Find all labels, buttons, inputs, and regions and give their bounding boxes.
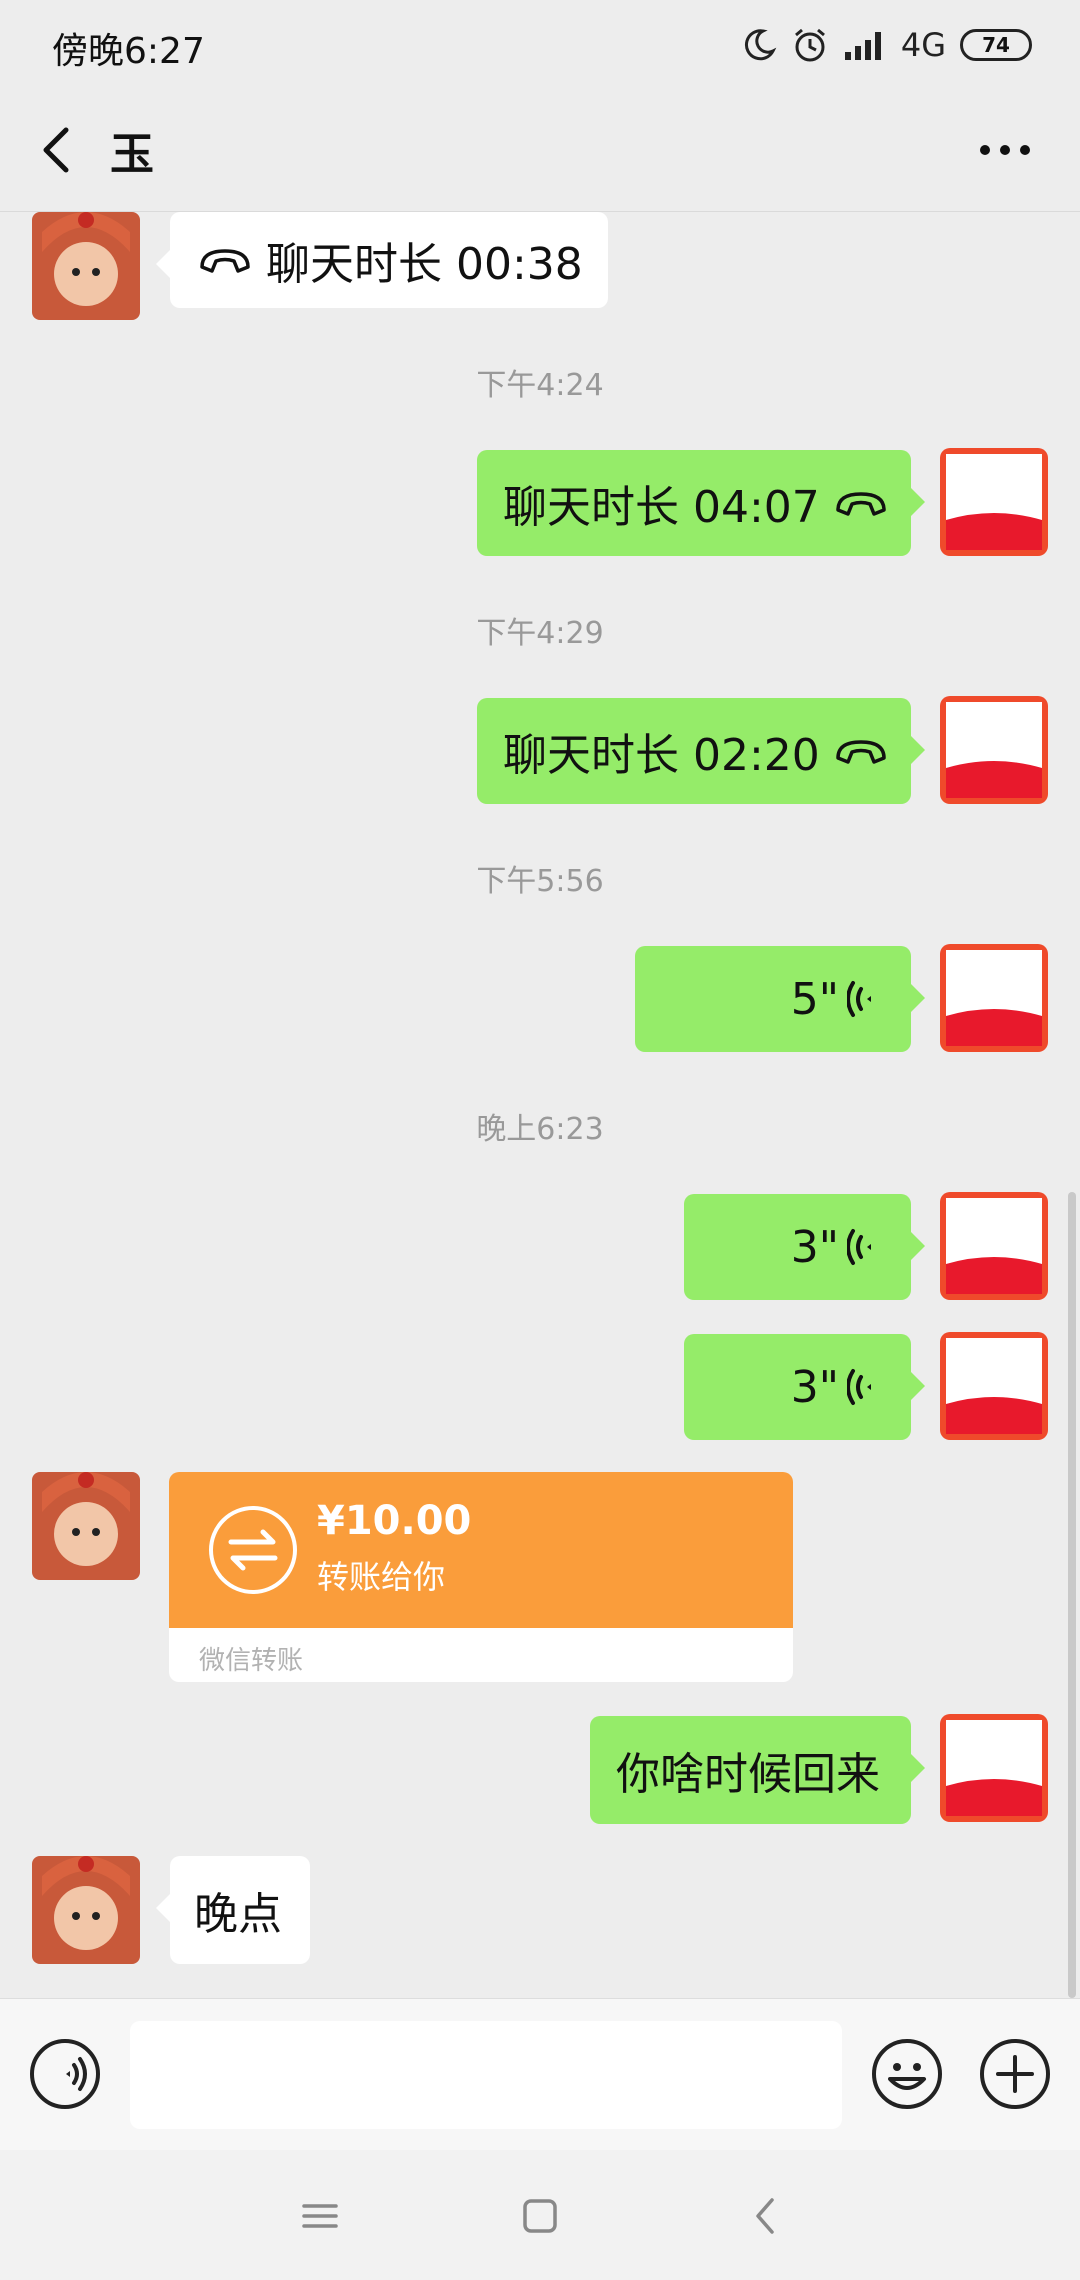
message-row: 你啥时候回来 — [0, 1714, 1080, 1824]
message-timestamp: 下午5:56 — [476, 864, 604, 899]
transfer-footer-label: 微信转账 — [199, 1646, 304, 1676]
voice-message-bubble[interactable]: 5" — [635, 946, 925, 1052]
alarm-icon — [794, 28, 825, 62]
home-icon[interactable] — [510, 2186, 570, 2246]
call-record-bubble[interactable]: 聊天时长 04:07 — [477, 450, 925, 556]
call-record-bubble[interactable]: 聊天时长 02:20 — [477, 698, 925, 804]
message-text-input[interactable] — [130, 2021, 842, 2129]
transfer-description: 转账给你 — [317, 1558, 446, 1596]
chat-header: 玉 — [0, 90, 1080, 212]
phone-icon — [200, 249, 250, 273]
menu-icon[interactable] — [290, 2186, 350, 2246]
message-row: 晚点 — [0, 1856, 1080, 1964]
contact-avatar[interactable] — [32, 212, 140, 320]
message-row: 聊天时长 00:38 — [0, 212, 1080, 320]
plus-icon[interactable] — [978, 2037, 1052, 2111]
message-row: ¥10.00 转账给你 微信转账 — [0, 1472, 1080, 1682]
transfer-arrows-icon — [209, 1506, 297, 1594]
phone-icon — [836, 492, 886, 516]
my-avatar[interactable] — [940, 1714, 1048, 1822]
message-input-bar — [0, 1998, 1080, 2150]
status-bar: 傍晚6:27 4G 74 — [0, 0, 1080, 90]
voice-wave-icon — [847, 981, 871, 1017]
message-row: 3" — [0, 1192, 1080, 1300]
status-time: 傍晚6:27 — [52, 31, 205, 72]
message-timestamp: 下午4:24 — [476, 368, 604, 403]
my-avatar[interactable] — [940, 448, 1048, 556]
battery-indicator: 74 — [960, 29, 1032, 61]
contact-avatar[interactable] — [32, 1472, 140, 1580]
moon-icon — [744, 29, 777, 61]
call-duration-text: 聊天时长 04:07 — [503, 482, 820, 533]
voice-duration: 5" — [790, 973, 839, 1025]
back-icon[interactable] — [736, 2186, 796, 2246]
message-row: 聊天时长 02:20 — [0, 696, 1080, 804]
my-avatar[interactable] — [940, 1192, 1048, 1300]
message-row: 聊天时长 04:07 — [0, 448, 1080, 556]
system-nav-bar — [0, 2150, 1080, 2280]
voice-wave-icon — [847, 1369, 871, 1405]
chat-title: 玉 — [110, 129, 154, 180]
message-row: 5" — [0, 944, 1080, 1052]
phone-icon — [836, 740, 886, 764]
message-text: 晚点 — [194, 1889, 282, 1940]
my-avatar[interactable] — [940, 696, 1048, 804]
chat-scrollbar[interactable] — [1068, 1192, 1076, 1998]
call-record-bubble[interactable]: 聊天时长 00:38 — [156, 212, 608, 308]
message-timestamp: 晚上6:23 — [476, 1112, 604, 1147]
status-icons: 4G 74 — [741, 20, 1032, 70]
voice-message-bubble[interactable]: 3" — [684, 1334, 925, 1440]
voice-wave-icon — [847, 1229, 871, 1265]
message-timestamp: 下午4:29 — [476, 616, 604, 651]
contact-avatar[interactable] — [32, 1856, 140, 1964]
my-avatar[interactable] — [940, 944, 1048, 1052]
network-type: 4G — [900, 26, 946, 64]
my-avatar[interactable] — [940, 1332, 1048, 1440]
signal-icon — [844, 32, 881, 60]
money-transfer-card[interactable]: ¥10.00 转账给你 微信转账 — [169, 1472, 793, 1682]
chat-message-list[interactable]: 聊天时长 00:38 下午4:24 聊天时长 04:07 下午4:29 聊天时长… — [0, 212, 1080, 1998]
transfer-amount: ¥10.00 — [317, 1498, 472, 1544]
voice-input-icon[interactable] — [28, 2037, 102, 2111]
more-dots-icon[interactable] — [970, 120, 1040, 180]
battery-level: 74 — [982, 33, 1010, 57]
call-duration-text: 聊天时长 00:38 — [266, 239, 583, 290]
transfer-card-header: ¥10.00 转账给你 — [169, 1472, 793, 1628]
voice-message-bubble[interactable]: 3" — [684, 1194, 925, 1300]
message-row: 3" — [0, 1332, 1080, 1440]
message-text: 你啥时候回来 — [616, 1749, 880, 1800]
emoji-icon[interactable] — [870, 2037, 944, 2111]
back-arrow-icon[interactable] — [30, 120, 90, 180]
call-duration-text: 聊天时长 02:20 — [503, 730, 820, 781]
voice-duration: 3" — [790, 1361, 839, 1413]
text-message-bubble[interactable]: 你啥时候回来 — [590, 1716, 925, 1824]
text-message-bubble[interactable]: 晚点 — [156, 1856, 310, 1964]
voice-duration: 3" — [790, 1221, 839, 1273]
